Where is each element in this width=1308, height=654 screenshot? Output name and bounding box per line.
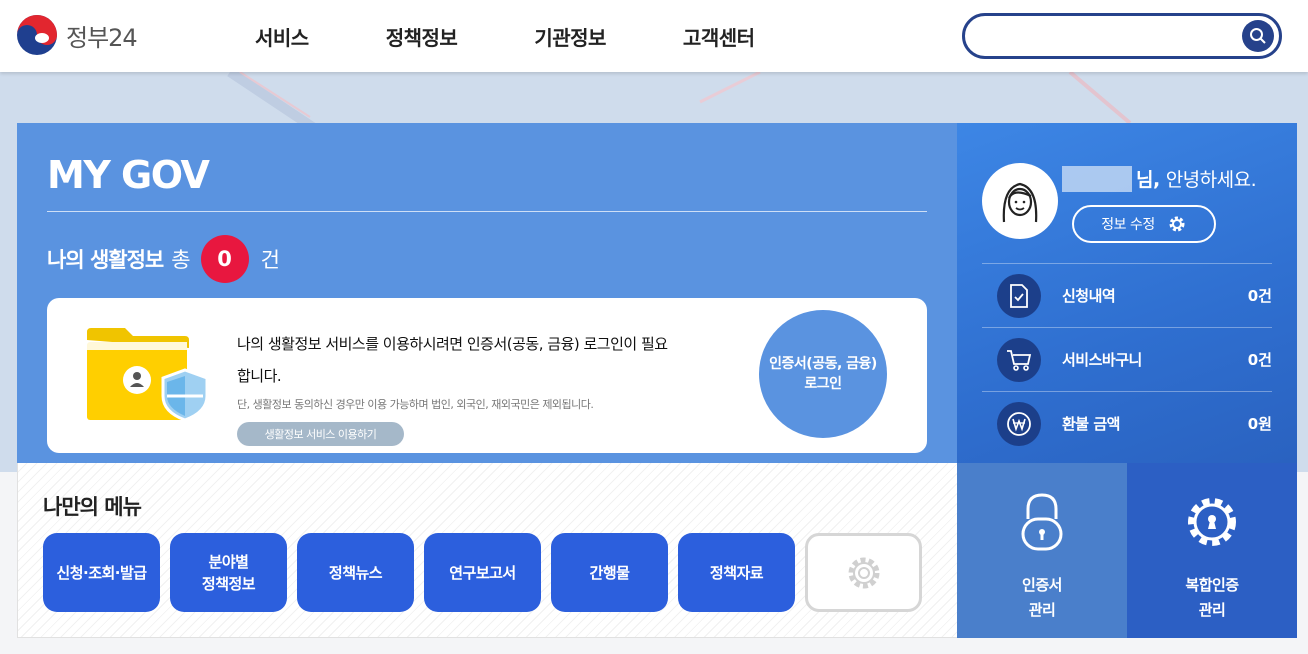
cert-login-button[interactable]: 인증서(공동, 금융) 로그인 [759, 310, 887, 438]
masked-user-name [1062, 165, 1132, 192]
menu-policy-by-field[interactable]: 분야별 정책정보 [170, 533, 287, 612]
site-header: 정부24 서비스 정책정보 기관정보 고객센터 [0, 0, 1308, 72]
menu-publications[interactable]: 간행물 [551, 533, 668, 612]
profile-panel: 님, 안녕하세요. 정보 수정 신청내역 0건 서비스바구니 0건 환불 금액 … [957, 123, 1297, 463]
life-info-message-line2: 합니다. [237, 367, 282, 385]
cart-icon [997, 337, 1041, 382]
life-info-label: 나의 생활정보 [47, 248, 164, 272]
search-button[interactable] [1242, 20, 1274, 52]
menu-policy-materials[interactable]: 정책자료 [678, 533, 795, 612]
life-info-card: 나의 생활정보 서비스를 이용하시려면 인증서(공동, 금융) 로그인이 필요 … [47, 298, 927, 453]
life-info-unit: 건 [260, 248, 280, 272]
menu-apply-inquire-issue[interactable]: 신청·조회·발급 [43, 533, 160, 612]
stat-value-service-cart: 0건 [1247, 351, 1272, 369]
tile-label-line1: 인증서 [1022, 576, 1062, 594]
nav-item-services[interactable]: 서비스 [255, 22, 309, 51]
avatar [982, 163, 1058, 239]
search-icon [1250, 28, 1266, 44]
mygov-panel: MY GOV 나의 생활정보 총 0 건 나의 생활정보 서비스를 이용하시려면… [17, 123, 957, 463]
user-avatar-icon [1002, 182, 1038, 223]
my-menu-title: 나만의 메뉴 [43, 495, 142, 519]
tile-label-line2: 관리 [1028, 601, 1056, 619]
stat-row-refund[interactable]: 환불 금액 0원 [982, 391, 1272, 455]
stat-row-applications[interactable]: 신청내역 0건 [982, 263, 1272, 327]
stat-value-refund: 0원 [1247, 415, 1272, 433]
cert-login-label-line2: 로그인 [804, 376, 842, 392]
life-info-total-label: 총 [171, 248, 191, 272]
stat-label-refund: 환불 금액 [1062, 415, 1120, 433]
stat-value-applications: 0건 [1247, 287, 1272, 305]
edit-profile-button[interactable]: 정보 수정 [1072, 205, 1216, 243]
life-info-count-badge: 0 [200, 235, 249, 283]
mygov-title: MY GOV [47, 153, 210, 197]
gov24-logo[interactable]: 정부24 [16, 13, 146, 57]
name-suffix: 님, [1136, 169, 1160, 191]
menu-label: 신청·조회·발급 [56, 563, 147, 582]
menu-label: 정책자료 [709, 563, 764, 582]
life-info-note: 단, 생활정보 동의하신 경우만 이용 가능하며 법인, 외국인, 재외국민은 … [237, 398, 594, 411]
greeting: 님, 안녕하세요. [1062, 165, 1257, 192]
edit-profile-label: 정보 수정 [1101, 217, 1155, 233]
search-box [962, 13, 1282, 59]
folder-shield-icon [87, 328, 209, 422]
gear-icon [1169, 216, 1185, 232]
gear-keyhole-icon [1188, 498, 1236, 546]
taegeuk-logo-icon [17, 15, 57, 55]
greeting-text: 안녕하세요. [1165, 169, 1257, 191]
main-nav: 서비스 정책정보 기관정보 고객센터 [255, 22, 832, 51]
nav-item-policy-info[interactable]: 정책정보 [386, 22, 458, 51]
tile-label-line2: 관리 [1198, 601, 1226, 619]
nav-item-customer-center[interactable]: 고객센터 [683, 22, 755, 51]
menu-label: 간행물 [589, 563, 630, 582]
nav-item-agency-info[interactable]: 기관정보 [534, 22, 606, 51]
menu-label: 정책뉴스 [328, 563, 383, 582]
menu-label-line2: 정책정보 [201, 574, 256, 593]
lock-icon [1021, 493, 1063, 551]
logo-text: 정부24 [66, 23, 138, 52]
multi-auth-management-label: 복합인증 관리 [1127, 573, 1297, 623]
tile-label-line1: 복합인증 [1185, 576, 1239, 594]
life-info-message: 나의 생활정보 서비스를 이용하시려면 인증서(공동, 금융) 로그인이 필요 … [237, 328, 737, 392]
menu-label-line1: 분야별 [208, 552, 249, 571]
life-info-message-line1: 나의 생활정보 서비스를 이용하시려면 인증서(공동, 금융) 로그인이 필요 [237, 335, 668, 353]
menu-label: 연구보고서 [449, 563, 516, 582]
cert-login-label-line1: 인증서(공동, 금융) [769, 356, 877, 372]
menu-policy-news[interactable]: 정책뉴스 [297, 533, 414, 612]
multi-auth-management-tile[interactable]: 복합인증 관리 [1127, 463, 1297, 638]
divider [47, 211, 927, 212]
life-info-summary: 나의 생활정보 총 0 건 [47, 235, 280, 283]
cert-management-tile[interactable]: 인증서 관리 [957, 463, 1127, 638]
document-check-icon [997, 273, 1041, 318]
stat-label-applications: 신청내역 [1062, 287, 1116, 305]
stat-row-service-cart[interactable]: 서비스바구니 0건 [982, 327, 1272, 391]
cert-management-label: 인증서 관리 [957, 573, 1127, 623]
life-info-service-button[interactable]: 생활정보 서비스 이용하기 [237, 422, 404, 446]
my-menu-section: 나만의 메뉴 신청·조회·발급 분야별 정책정보 정책뉴스 연구보고서 간행물 … [17, 463, 957, 638]
won-icon [997, 401, 1041, 446]
stat-label-service-cart: 서비스바구니 [1062, 351, 1142, 369]
menu-research-reports[interactable]: 연구보고서 [424, 533, 541, 612]
search-input[interactable] [981, 24, 1241, 48]
gear-icon [848, 557, 879, 588]
menu-settings-button[interactable] [805, 533, 922, 612]
